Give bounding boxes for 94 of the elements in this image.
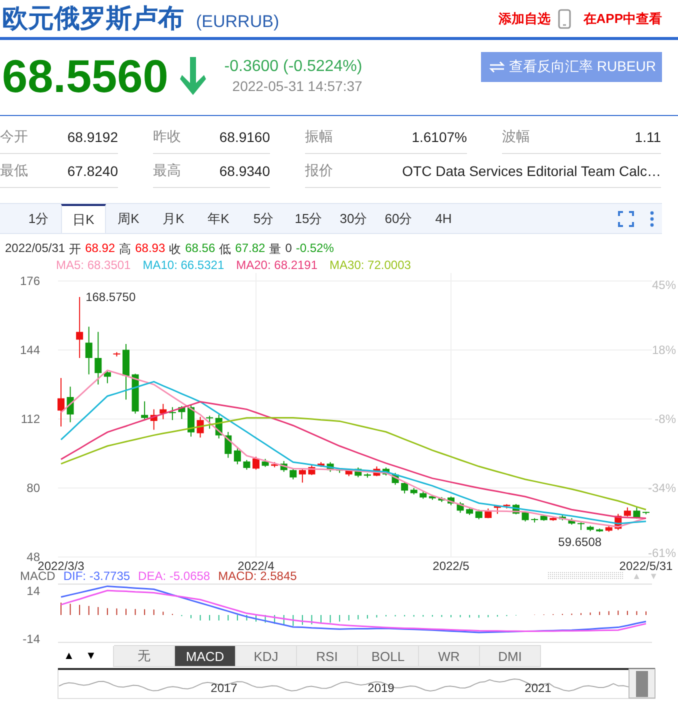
candlestick xyxy=(141,400,148,421)
indicator-tab[interactable]: KDJ xyxy=(235,646,297,667)
ohlc-label: 开 xyxy=(69,241,82,258)
candlestick xyxy=(252,456,260,470)
stat-label: 今开 xyxy=(0,128,28,146)
ohlc-label: 量 xyxy=(269,241,282,258)
ohlc-value: 68.56 xyxy=(185,241,216,257)
period-tab[interactable]: 1分 xyxy=(16,204,61,233)
ohlc-label: 高 xyxy=(119,241,132,258)
year-label: 2019 xyxy=(368,681,394,695)
instrument-code: (EURRUB) xyxy=(196,12,280,32)
add-watchlist-link[interactable]: 添加自选 xyxy=(498,10,550,28)
price-annotation: 59.6508 xyxy=(558,534,602,549)
ohlc-value: 68.93 xyxy=(135,241,166,257)
period-tab[interactable]: 60分 xyxy=(376,204,421,233)
percent-axis-label: -8% xyxy=(654,412,676,426)
stat-label: 最高 xyxy=(153,162,181,180)
price-value: 68.5560 xyxy=(2,48,168,102)
candlestick xyxy=(234,448,241,465)
swap-icon xyxy=(488,61,505,73)
candlestick xyxy=(58,378,64,428)
y-axis-label: 144 xyxy=(20,343,40,357)
ma-legend: MA30: 72.0003 xyxy=(330,258,411,272)
macd-readout: DEA: -5.0658 xyxy=(138,569,210,583)
candlestick xyxy=(401,481,408,494)
stat-value: OTC Data Services Editorial Team Calc… xyxy=(402,162,661,178)
period-tab[interactable]: 4H xyxy=(421,204,466,233)
period-tab[interactable]: 年K xyxy=(196,204,241,233)
stat-value: 1.11 xyxy=(634,128,661,144)
stat-label: 最低 xyxy=(0,162,28,180)
more-icon[interactable] xyxy=(650,210,654,226)
price-annotation: 168.5750 xyxy=(86,290,136,304)
ohlc-label: 低 xyxy=(219,241,232,258)
indicator-tab[interactable]: BOLL xyxy=(357,646,419,667)
percent-axis-label: -34% xyxy=(648,481,676,495)
ohlc-value: 67.82 xyxy=(235,241,266,257)
y-axis-label: 14 xyxy=(26,584,40,598)
instrument-title: 欧元俄罗斯卢布 xyxy=(2,2,184,35)
ma-legend: MA5: 68.3501 xyxy=(56,258,131,272)
year-label: 2021 xyxy=(524,681,552,695)
bar-date: 2022/05/31 xyxy=(5,241,66,257)
indicator-tab[interactable]: 无 xyxy=(113,646,175,667)
y-axis-label: 48 xyxy=(26,550,40,564)
y-axis-label: -14 xyxy=(22,632,40,645)
stat-label: 昨收 xyxy=(153,128,181,146)
y-axis-label: 112 xyxy=(20,412,40,426)
candlestick xyxy=(94,331,102,385)
period-tab[interactable]: 日K xyxy=(61,204,106,233)
app-view-link[interactable]: 在APP中查看 xyxy=(583,10,662,28)
fullscreen-icon[interactable] xyxy=(618,210,634,226)
percent-axis-label: 45% xyxy=(652,278,676,292)
candlestick xyxy=(624,506,631,517)
ohlc-value: 68.92 xyxy=(85,241,116,257)
x-axis-label: 2022/5 xyxy=(432,559,470,573)
indicator-tab[interactable]: MACD xyxy=(174,646,236,667)
year-label: 2017 xyxy=(210,681,238,695)
ma-legend: MA20: 68.2191 xyxy=(236,258,318,272)
candlestick xyxy=(76,296,84,358)
candlestick xyxy=(298,468,306,484)
stat-value: 68.9160 xyxy=(219,128,270,144)
candlestick xyxy=(475,509,482,520)
candlestick xyxy=(206,415,214,430)
ohlc-value: 0 xyxy=(285,241,292,257)
candlestick xyxy=(290,468,297,480)
period-tab[interactable]: 周K xyxy=(106,204,151,233)
x-axis-label: 2022/5/31 xyxy=(619,559,673,573)
period-tab[interactable]: 15分 xyxy=(286,204,331,233)
price-change: -0.3600 (-0.5224%) xyxy=(224,58,362,76)
ohlc-label: 收 xyxy=(169,241,182,258)
percent-axis-label: -61% xyxy=(648,546,676,560)
bar-change: -0.52% xyxy=(296,241,334,257)
y-axis-label: 80 xyxy=(26,481,40,495)
indicator-tab[interactable]: DMI xyxy=(479,646,541,667)
stat-value: 68.9192 xyxy=(67,128,118,144)
period-tab[interactable]: 月K xyxy=(151,204,196,233)
range-handle[interactable] xyxy=(628,668,656,698)
stat-value: 67.8240 xyxy=(67,162,118,178)
candlestick xyxy=(85,326,92,375)
stat-label: 波幅 xyxy=(502,128,530,146)
ma-legend: MA10: 66.5321 xyxy=(142,258,224,272)
period-tab[interactable]: 30分 xyxy=(331,204,376,233)
y-axis-label: 176 xyxy=(20,274,40,288)
stat-label: 报价 xyxy=(305,162,333,180)
candlestick xyxy=(104,370,111,384)
stat-value: 1.6107% xyxy=(412,128,467,144)
phone-icon xyxy=(558,8,572,28)
indicator-tab[interactable]: RSI xyxy=(296,646,358,667)
stat-label: 振幅 xyxy=(305,128,333,146)
indicator-tab[interactable]: WR xyxy=(418,646,480,667)
quote-time: 2022-05-31 14:57:37 xyxy=(231,78,362,94)
period-tab[interactable]: 5分 xyxy=(241,204,286,233)
percent-axis-label: 18% xyxy=(652,343,676,357)
candlestick xyxy=(243,459,250,470)
stat-value: 68.9340 xyxy=(219,162,270,178)
